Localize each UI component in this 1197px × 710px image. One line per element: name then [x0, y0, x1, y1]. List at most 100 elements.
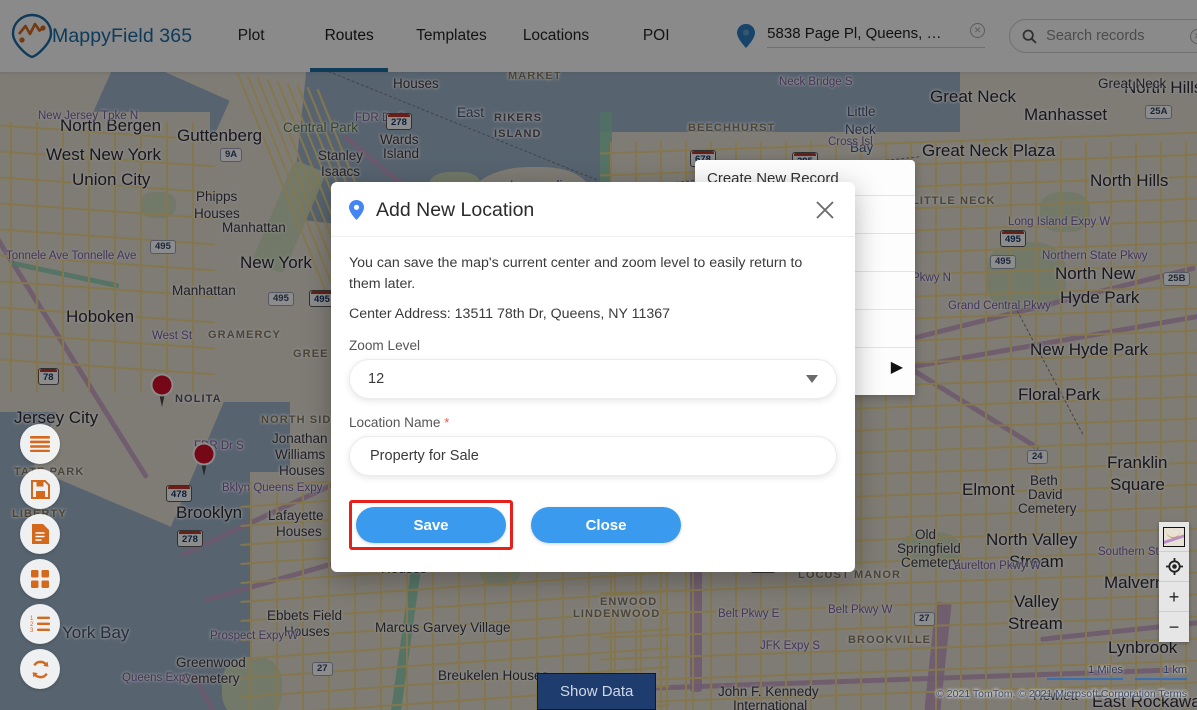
nav-item-plot[interactable]: Plot	[220, 0, 282, 72]
menu-lines-button[interactable]	[20, 424, 60, 464]
brand[interactable]: MappyField 365	[0, 13, 192, 59]
hamburger-icon	[30, 436, 50, 452]
map-label: North Valley	[986, 530, 1078, 549]
map-label: Greenwood	[176, 655, 246, 670]
map-label: Great Neck	[930, 87, 1016, 106]
map-street	[192, 122, 194, 392]
map-label: ISLAND	[494, 128, 542, 140]
document-button[interactable]	[20, 514, 60, 554]
map-label: West New York	[46, 145, 161, 164]
map-label: Beth	[1030, 473, 1058, 488]
map-label: Brooklyn	[176, 503, 243, 522]
map-label: North New	[1055, 264, 1136, 283]
map-scale-bar: 1 Miles 1 km	[1047, 664, 1187, 680]
map-label: RIKERS	[494, 112, 543, 124]
zoom-in-button[interactable]: +	[1159, 582, 1189, 612]
zoom-out-button[interactable]: −	[1159, 612, 1189, 642]
scale-miles-line	[1047, 678, 1123, 680]
nav-item-templates[interactable]: Templates	[416, 0, 487, 72]
search-input[interactable]	[1044, 27, 1191, 45]
map-label: Square	[1110, 475, 1165, 494]
map-label: Manhattan	[222, 220, 286, 235]
floppy-disk-icon	[30, 479, 50, 499]
map-street	[935, 142, 937, 710]
map-label: York Bay	[62, 623, 130, 642]
map-label: Belt Pkwy E	[718, 608, 780, 620]
required-marker: *	[444, 415, 450, 431]
close-button[interactable]: Close	[531, 507, 681, 544]
save-button-highlight: Save	[349, 500, 513, 551]
map-route-shield: 9A	[220, 148, 243, 162]
location-name-field[interactable]	[349, 436, 837, 477]
map-label: BEECHHURST	[688, 122, 776, 134]
map-label: Laurelton Pkwy W	[948, 560, 1041, 572]
map-label: Stream	[1008, 614, 1063, 633]
map-label: BROOKVILLE	[848, 634, 932, 646]
location-name-input[interactable]	[368, 447, 818, 466]
map-label: Elmont	[962, 480, 1015, 499]
search-records-box[interactable]: ✕	[1009, 19, 1197, 53]
top-navigation-bar: MappyField 365 Plot Routes Templates Loc…	[0, 0, 1197, 72]
map-label: Long Island Expy W	[1008, 216, 1111, 228]
map-marker-pin-icon	[150, 373, 174, 407]
map-route-shield: 27	[312, 662, 333, 676]
map-label: Grand Central Pkwy	[948, 300, 1051, 312]
save-button[interactable]	[20, 469, 60, 509]
app-root: North Bergen West New York Union City Gutte…	[0, 0, 1197, 710]
map-route-shield: 278	[386, 113, 412, 130]
minimap-toggle-button[interactable]	[1159, 522, 1189, 552]
map-label: Houses	[393, 76, 439, 91]
map-label: Houses	[276, 524, 322, 539]
map-route-shield: 495	[990, 255, 1016, 269]
grid-button[interactable]	[20, 559, 60, 599]
map-pin-icon	[349, 200, 364, 220]
crosshair-locate-icon	[1165, 558, 1183, 575]
refresh-icon	[32, 660, 48, 678]
map-label: Floral Park	[1018, 385, 1101, 404]
scale-miles: 1 Miles	[1047, 664, 1123, 680]
map-label: Jonathan	[272, 431, 328, 446]
map-label: Queens Expy	[122, 672, 192, 684]
address-field[interactable]: 5838 Page Pl, Queens, … ✕	[767, 22, 986, 48]
show-data-button[interactable]: Show Data	[537, 673, 657, 710]
map-route-shield: 478	[166, 485, 192, 502]
close-icon[interactable]	[813, 198, 837, 222]
play-icon[interactable]: ▶	[891, 357, 903, 377]
refresh-button[interactable]	[20, 649, 60, 689]
map-label: ENWOOD	[600, 596, 658, 608]
scale-miles-label: 1 Miles	[1088, 664, 1123, 676]
map-label: Franklin	[1107, 453, 1168, 472]
nav-item-poi[interactable]: POI	[625, 0, 687, 72]
nav-item-routes[interactable]: Routes	[310, 0, 389, 72]
nav-item-locations[interactable]: Locations	[523, 0, 589, 72]
map-street	[1135, 142, 1137, 710]
map-route-shield: 278	[177, 530, 203, 547]
map-marker-pin[interactable]	[149, 373, 175, 409]
map-route-shield: 25B	[1163, 272, 1191, 286]
map-route-shield: 25A	[1145, 105, 1173, 119]
map-label: Little	[847, 104, 876, 119]
location-name-label: Location Name *	[349, 415, 837, 430]
map-controls: + −	[1159, 522, 1189, 642]
save-button[interactable]: Save	[356, 507, 506, 544]
map-label: Central Park	[283, 120, 359, 135]
clear-circle-icon[interactable]: ✕	[1190, 28, 1197, 44]
zoom-level-select[interactable]: 12	[349, 359, 837, 400]
map-label: Neck	[845, 122, 876, 137]
locate-me-button[interactable]	[1159, 552, 1189, 582]
map-route-shield: 495	[268, 292, 294, 306]
map-label: Ebbets Field	[267, 608, 343, 623]
dialog-body: You can save the map's current center an…	[331, 237, 855, 498]
scale-km: 1 km	[1135, 664, 1187, 680]
scale-km-label: 1 km	[1163, 664, 1187, 676]
clear-circle-icon[interactable]: ✕	[970, 22, 986, 38]
map-label: Houses	[194, 206, 240, 221]
map-marker-pin[interactable]	[191, 442, 217, 478]
address-value: 5838 Page Pl, Queens, …	[767, 24, 942, 42]
map-street	[985, 142, 987, 710]
map-label: Houses	[279, 463, 325, 478]
chevron-down-icon	[806, 375, 818, 384]
ordered-list-button[interactable]: 123	[20, 604, 60, 644]
add-new-location-dialog: Add New Location You can save the map's …	[331, 182, 855, 573]
zoom-level-value: 12	[368, 371, 385, 388]
